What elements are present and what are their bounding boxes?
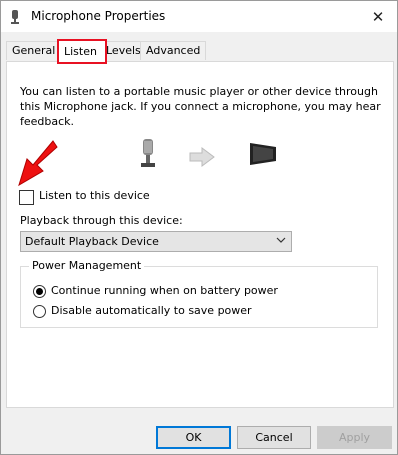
tab-advanced[interactable]: Advanced [140,41,206,60]
listen-to-device-checkbox[interactable] [19,190,34,205]
playback-label: Playback through this device: [20,214,183,227]
playback-device-value: Default Playback Device [25,235,159,248]
listen-description: You can listen to a portable music playe… [20,85,381,128]
listen-tab-panel: You can listen to a portable music playe… [6,61,394,408]
listen-to-device-label[interactable]: Listen to this device [39,189,150,202]
playback-device-select[interactable]: Default Playback Device [20,231,292,252]
disable-automatically-radio[interactable] [33,305,46,318]
power-management-group: Power Management Continue running when o… [20,259,378,328]
title-bar: Microphone Properties ✕ [1,1,397,32]
close-button[interactable]: ✕ [365,4,391,30]
window-title: Microphone Properties [31,9,166,23]
ok-button[interactable]: OK [156,426,231,449]
apply-button[interactable]: Apply [317,426,392,449]
continue-running-label[interactable]: Continue running when on battery power [51,284,278,297]
cancel-button[interactable]: Cancel [237,426,311,449]
tab-general[interactable]: General [6,41,59,60]
power-management-legend: Power Management [29,259,145,272]
right-arrow-icon [189,147,215,167]
microphone-device-icon [141,139,155,167]
radio-selected-dot [36,288,43,295]
continue-running-radio[interactable] [33,285,46,298]
disable-automatically-label[interactable]: Disable automatically to save power [51,304,252,317]
microphone-icon [11,10,19,24]
red-arrow-indicator-icon [18,140,58,187]
tab-listen[interactable]: Listen [57,39,107,64]
chevron-down-icon [276,237,286,243]
speaker-device-icon [250,143,276,165]
microphone-properties-window: Microphone Properties ✕ General Listen L… [0,0,398,455]
